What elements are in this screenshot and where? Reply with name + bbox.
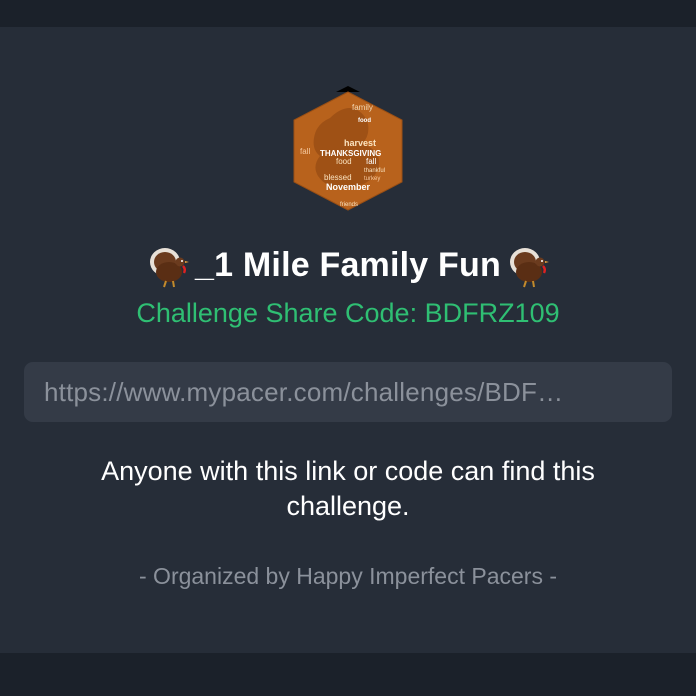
challenge-title: _1 Mile Family Fun — [0, 240, 696, 290]
badge-word-8: blessed — [324, 173, 352, 182]
badge-word-11: thankful — [364, 168, 385, 174]
share-url-text[interactable]: https://www.mypacer.com/challenges/BDF… — [44, 377, 652, 408]
badge-word-1: family — [352, 103, 373, 112]
challenge-title-text: _1 Mile Family Fun — [195, 245, 501, 284]
share-code-label: Challenge Share Code: BDFRZ109 — [136, 298, 560, 328]
badge-word-6: food — [336, 157, 352, 166]
badge-word-5: fall — [300, 147, 310, 156]
badge-word-2: food — [358, 118, 371, 124]
badge-word-7: fall — [366, 157, 376, 166]
share-url-field[interactable]: https://www.mypacer.com/challenges/BDF… — [24, 362, 672, 422]
organizer-label: - Organized by Happy Imperfect Pacers - — [139, 563, 557, 589]
badge-word-10: November — [326, 182, 371, 192]
share-notice: Anyone with this link or code can find t… — [101, 456, 595, 521]
turkey-icon — [145, 242, 191, 288]
badge-notch — [336, 86, 360, 92]
bottom-strip — [0, 653, 696, 696]
badge-word-12: friends — [340, 202, 358, 208]
top-strip — [0, 0, 696, 27]
badge-word-3: harvest — [344, 138, 376, 148]
turkey-icon — [505, 242, 551, 288]
challenge-badge-image: family food harvest THANKSGIVING fall fo… — [290, 86, 406, 214]
